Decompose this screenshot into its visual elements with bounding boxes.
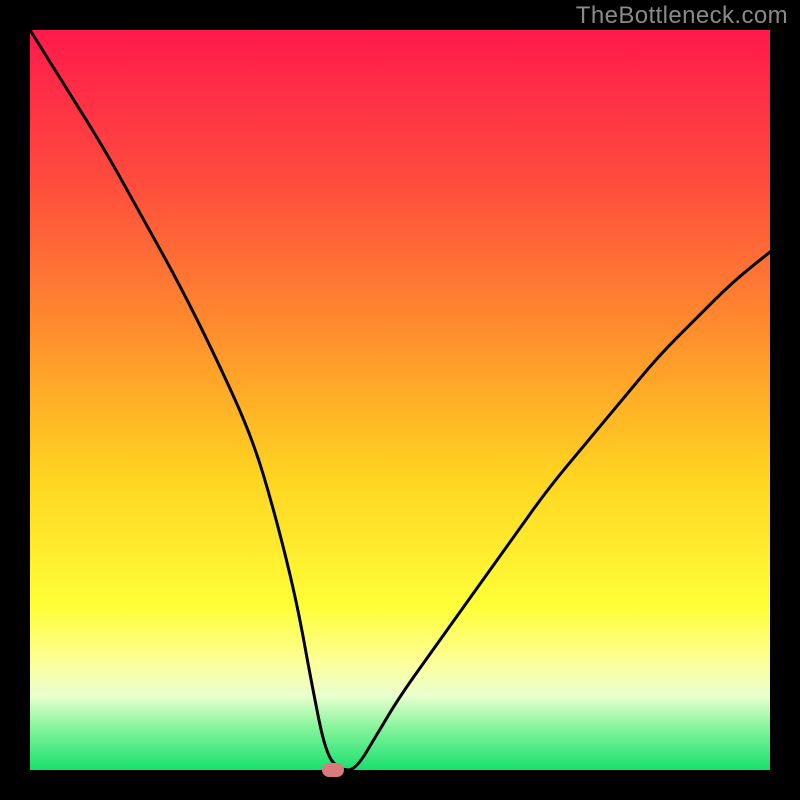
watermark-text: TheBottleneck.com: [576, 2, 788, 30]
curve-path: [30, 30, 770, 770]
bottleneck-curve: [30, 30, 770, 770]
optimum-marker: [322, 763, 344, 777]
chart-frame: TheBottleneck.com: [0, 0, 800, 800]
plot-area: [30, 30, 770, 770]
